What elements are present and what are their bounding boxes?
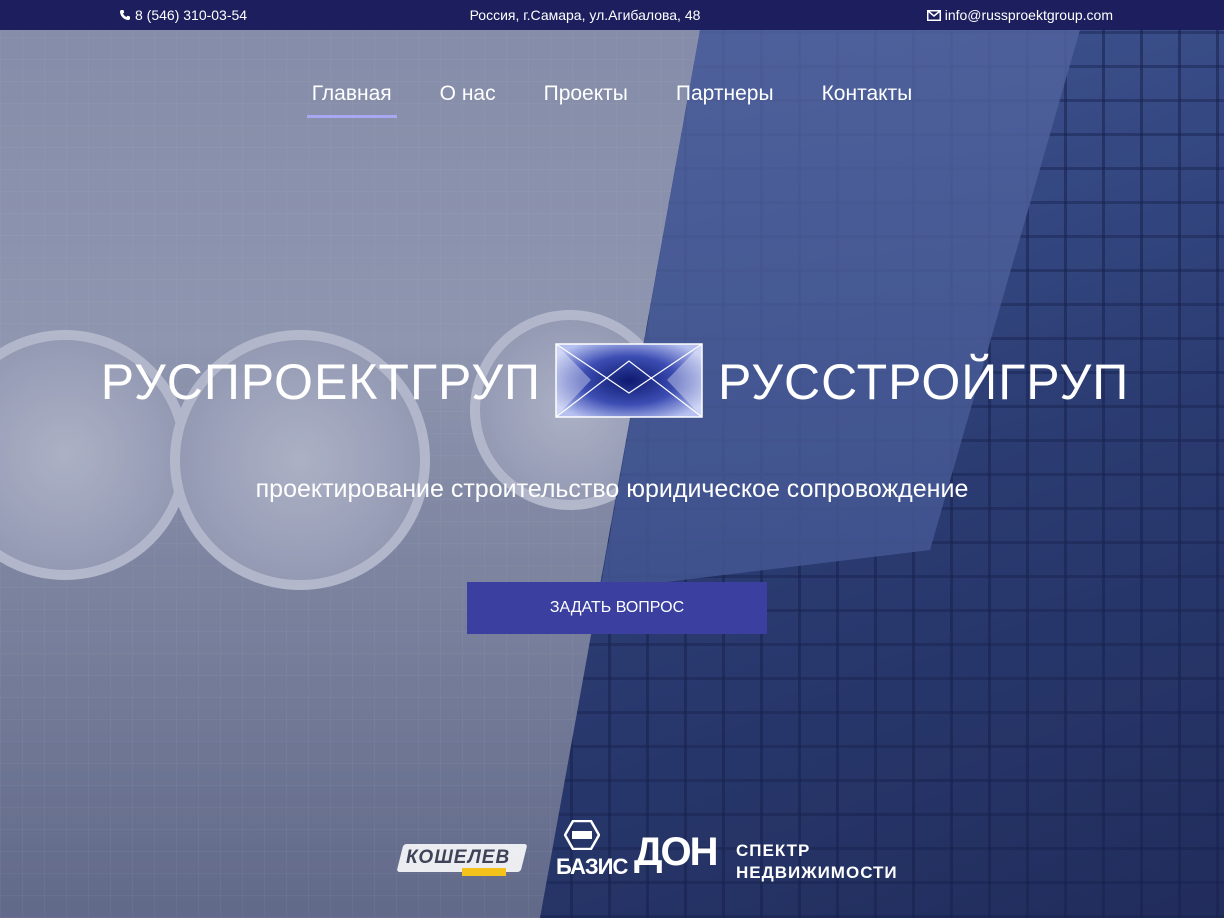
- partner-koshelev-logo[interactable]: КОШЕЛЕВ: [396, 838, 528, 876]
- nav-item-projects[interactable]: Проекты: [520, 82, 652, 118]
- nav-item-about[interactable]: О нас: [416, 82, 520, 118]
- nav-item-contacts[interactable]: Контакты: [798, 82, 937, 118]
- envelope-icon: [926, 9, 941, 21]
- hero-section: Главная О нас Проекты Партнеры Контакты …: [0, 30, 1224, 918]
- brand-block: РУСПРОЕКТГРУП РУССТРОЙГРУП: [0, 343, 1224, 418]
- top-bar: 8 (546) 310-03-54 Россия, г.Самара, ул.А…: [0, 0, 1224, 30]
- email-contact[interactable]: info@russproektgroup.com: [926, 7, 1113, 23]
- nav-item-partners[interactable]: Партнеры: [652, 82, 798, 118]
- company-logo-icon: [555, 343, 703, 418]
- partners-logos: КОШЕЛЕВ БАЗИС ДОН СПЕКТР НЕДВИЖИМОСТИ: [396, 818, 916, 888]
- nav-item-home[interactable]: Главная: [288, 82, 416, 118]
- partner-basis-logo[interactable]: БАЗИС: [556, 818, 628, 880]
- partner-spektr-logo[interactable]: СПЕКТР НЕДВИЖИМОСТИ: [736, 840, 898, 884]
- ask-question-button[interactable]: ЗАДАТЬ ВОПРОС: [467, 582, 767, 634]
- brand-name-right: РУССТРОЙГРУП: [718, 354, 1130, 410]
- hero-tagline: проектирование строительство юридическое…: [255, 475, 969, 503]
- brand-name-left: РУСПРОЕКТГРУП: [100, 354, 541, 410]
- partner-don-logo[interactable]: ДОН: [634, 820, 718, 880]
- main-nav: Главная О нас Проекты Партнеры Контакты: [0, 82, 1224, 118]
- basis-emblem-icon: [564, 820, 600, 850]
- email-address: info@russproektgroup.com: [944, 7, 1113, 23]
